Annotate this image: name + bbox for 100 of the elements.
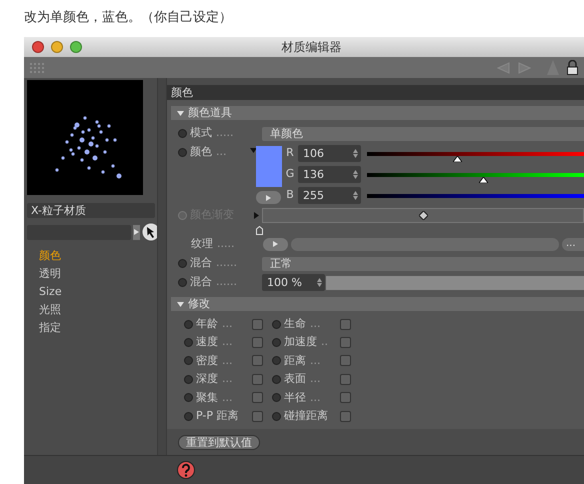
leader-dots: ...: [216, 145, 226, 158]
color-swatch[interactable]: [256, 146, 282, 187]
number-field[interactable]: 100 %: [262, 274, 325, 291]
blend-mode-dropdown[interactable]: 正常: [262, 256, 584, 270]
pointer-icon[interactable]: [142, 223, 157, 241]
minimize-button[interactable]: [51, 41, 63, 53]
field-label: 混合: [190, 256, 212, 270]
checkbox[interactable]: [252, 337, 263, 348]
browse-button[interactable]: ...: [562, 238, 584, 250]
number-field[interactable]: 106: [298, 145, 361, 162]
field-label: 深度: [196, 372, 218, 386]
checkbox[interactable]: [252, 410, 263, 422]
animate-radio[interactable]: [272, 374, 281, 384]
number-field[interactable]: 255: [298, 187, 361, 204]
expand-button[interactable]: [256, 191, 281, 204]
channel-letter: G: [284, 166, 296, 182]
animate-radio[interactable]: [178, 148, 187, 157]
collapse-triangle-icon[interactable]: [177, 110, 184, 116]
diamond-knot-icon[interactable]: [419, 210, 428, 220]
leader-dots: ......: [216, 256, 237, 270]
leader-dots: ......: [216, 275, 237, 288]
expand-triangle-icon[interactable]: [254, 212, 259, 218]
leader-dots: ...: [222, 372, 232, 386]
leader-dots: .....: [217, 236, 234, 250]
field-label: 碰撞距离: [284, 408, 328, 422]
channel-item[interactable]: Size: [39, 283, 157, 301]
field-label: 半径: [284, 390, 306, 404]
lock-icon[interactable]: [567, 60, 578, 75]
arrows-icon[interactable]: [497, 62, 531, 74]
spinner-icon[interactable]: [353, 149, 358, 158]
caption-text: 改为单颜色，蓝色。（你自己设定）: [23, 9, 233, 27]
close-button[interactable]: [32, 41, 44, 53]
channel-item[interactable]: 光照: [39, 301, 157, 319]
field-label: 距离: [284, 354, 306, 367]
field-label: 混合: [190, 275, 212, 288]
channel-letter: B: [285, 187, 295, 203]
slider-thumb[interactable]: [453, 156, 462, 162]
field-label: 密度: [196, 354, 218, 367]
field-label: 聚集: [196, 390, 218, 404]
animate-radio[interactable]: [184, 374, 193, 384]
caret-icon: [266, 194, 271, 200]
zoom-button[interactable]: [70, 41, 82, 53]
animate-radio[interactable]: [272, 393, 281, 402]
panel-header: 颜色: [167, 85, 584, 100]
animate-radio[interactable]: [184, 356, 193, 366]
animate-radio[interactable]: [272, 338, 281, 348]
checkbox[interactable]: [252, 392, 263, 404]
expand-button[interactable]: [263, 238, 288, 250]
channel-item[interactable]: 颜色: [39, 247, 157, 265]
leader-dots: ...: [222, 316, 232, 330]
section-title: 修改: [188, 297, 210, 311]
animate-radio[interactable]: [184, 320, 193, 329]
spinner-icon[interactable]: [353, 191, 358, 200]
animate-radio[interactable]: [184, 412, 193, 421]
animate-radio[interactable]: [178, 259, 187, 268]
checkbox[interactable]: [340, 318, 351, 330]
animate-radio[interactable]: [272, 356, 281, 366]
checkbox[interactable]: [252, 318, 263, 330]
field-label: 年龄: [196, 316, 218, 330]
mode-dropdown[interactable]: 单颜色: [262, 126, 584, 140]
animate-radio[interactable]: [184, 393, 193, 402]
checkbox[interactable]: [340, 392, 351, 404]
leader-dots: ...: [222, 354, 232, 367]
number-field[interactable]: 136: [298, 166, 361, 183]
dropdown-triangle-icon[interactable]: [250, 148, 256, 153]
channel-letter: R: [285, 145, 295, 161]
help-icon[interactable]: [177, 461, 195, 479]
spinner-icon[interactable]: [317, 278, 322, 287]
checkbox[interactable]: [252, 374, 263, 385]
field-label: 生命: [284, 316, 306, 330]
field-label: 加速度: [284, 335, 317, 348]
animate-radio[interactable]: [184, 338, 193, 348]
slider-thumb[interactable]: [478, 177, 488, 183]
checkbox[interactable]: [340, 337, 351, 348]
animate-radio[interactable]: [178, 278, 187, 287]
grip-icon[interactable]: [30, 62, 44, 72]
gradient-knot-icon[interactable]: [256, 226, 263, 236]
spinner-icon[interactable]: [353, 170, 358, 179]
checkbox[interactable]: [252, 355, 263, 366]
checkbox[interactable]: [340, 410, 351, 422]
field-label: 纹理: [191, 236, 213, 250]
animate-radio[interactable]: [272, 412, 281, 421]
field-label: 颜色: [190, 145, 212, 158]
checkbox[interactable]: [340, 374, 351, 385]
caret-icon: [134, 229, 140, 235]
leader-dots: ...: [310, 390, 320, 404]
channel-item[interactable]: 透明: [39, 265, 157, 283]
leader-dots: ...: [222, 390, 232, 404]
leader-dots: .....: [216, 126, 234, 140]
field-label: 表面: [284, 372, 306, 386]
animate-radio[interactable]: [272, 320, 281, 329]
expand-button[interactable]: [133, 224, 140, 240]
channel-item[interactable]: 指定: [39, 319, 157, 337]
reset-button[interactable]: 重置到默认值: [178, 435, 260, 450]
leader-dots: ...: [310, 354, 320, 367]
collapse-triangle-icon[interactable]: [177, 302, 184, 306]
checkbox[interactable]: [340, 355, 351, 366]
material-name-field[interactable]: X-粒子材质: [27, 203, 155, 218]
field-label: P-P 距离: [196, 408, 238, 422]
animate-radio[interactable]: [178, 129, 187, 138]
